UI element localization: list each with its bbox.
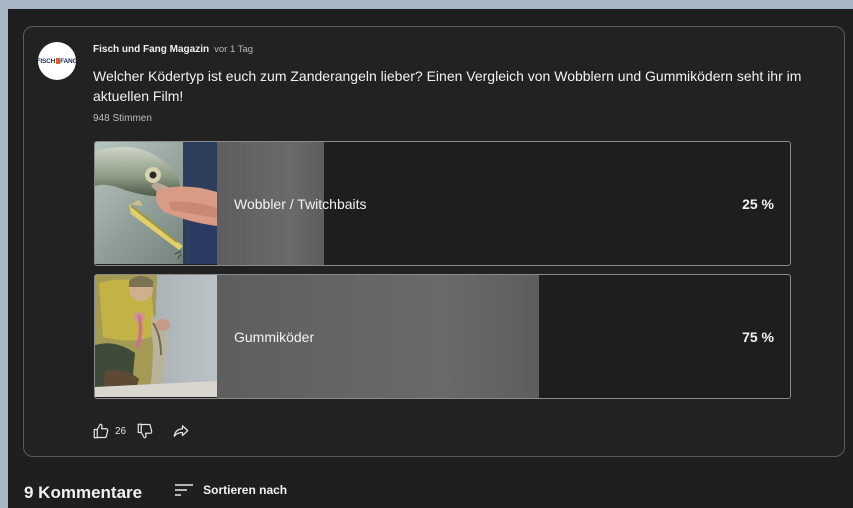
- angler-holding-zander-photo: [95, 275, 217, 398]
- poll-option-percent: 25 %: [742, 195, 774, 212]
- post-time[interactable]: vor 1 Tag: [214, 44, 253, 55]
- dislike-button[interactable]: [136, 422, 154, 440]
- channel-logo: FISCH FANG: [38, 57, 76, 65]
- poll-option-gummikoeder[interactable]: Gummiköder 75 %: [94, 274, 791, 399]
- poll-question: Welcher Ködertyp ist euch zum Zanderange…: [93, 68, 802, 104]
- poll-option-label: Wobbler / Twitchbaits: [234, 195, 367, 212]
- sort-comments-button[interactable]: Sortieren nach: [174, 482, 287, 498]
- like-button[interactable]: 26: [92, 422, 136, 440]
- post-meta: Fisch und Fang Magazin vor 1 Tag: [93, 44, 253, 55]
- like-count: 26: [115, 425, 127, 437]
- youtube-community-screen: FISCH FANG Fisch und Fang Magazin vor 1 Ta…: [8, 9, 853, 508]
- thumbs-down-icon: [136, 422, 154, 440]
- channel-name-link[interactable]: Fisch und Fang Magazin: [93, 44, 209, 55]
- comments-count: 9 Kommentare: [24, 483, 143, 502]
- thumbs-up-icon: [92, 422, 110, 440]
- post-actions: 26: [92, 420, 190, 442]
- poll-option-percent: 75 %: [742, 328, 774, 345]
- sort-icon: [174, 482, 194, 498]
- sort-label: Sortieren nach: [203, 483, 288, 497]
- share-icon: [172, 422, 190, 440]
- share-button[interactable]: [172, 422, 190, 440]
- poll-vote-count: 948 Stimmen: [93, 113, 152, 124]
- comments-header: 9 Kommentare Sortieren nach: [24, 483, 287, 503]
- channel-avatar[interactable]: FISCH FANG: [38, 42, 76, 80]
- community-poll-post: FISCH FANG Fisch und Fang Magazin vor 1 Ta…: [23, 26, 845, 457]
- fish-with-wobbler-photo: [95, 142, 217, 265]
- poll-option-wobbler[interactable]: Wobbler / Twitchbaits 25 %: [94, 141, 791, 266]
- poll-option-label: Gummiköder: [234, 328, 315, 345]
